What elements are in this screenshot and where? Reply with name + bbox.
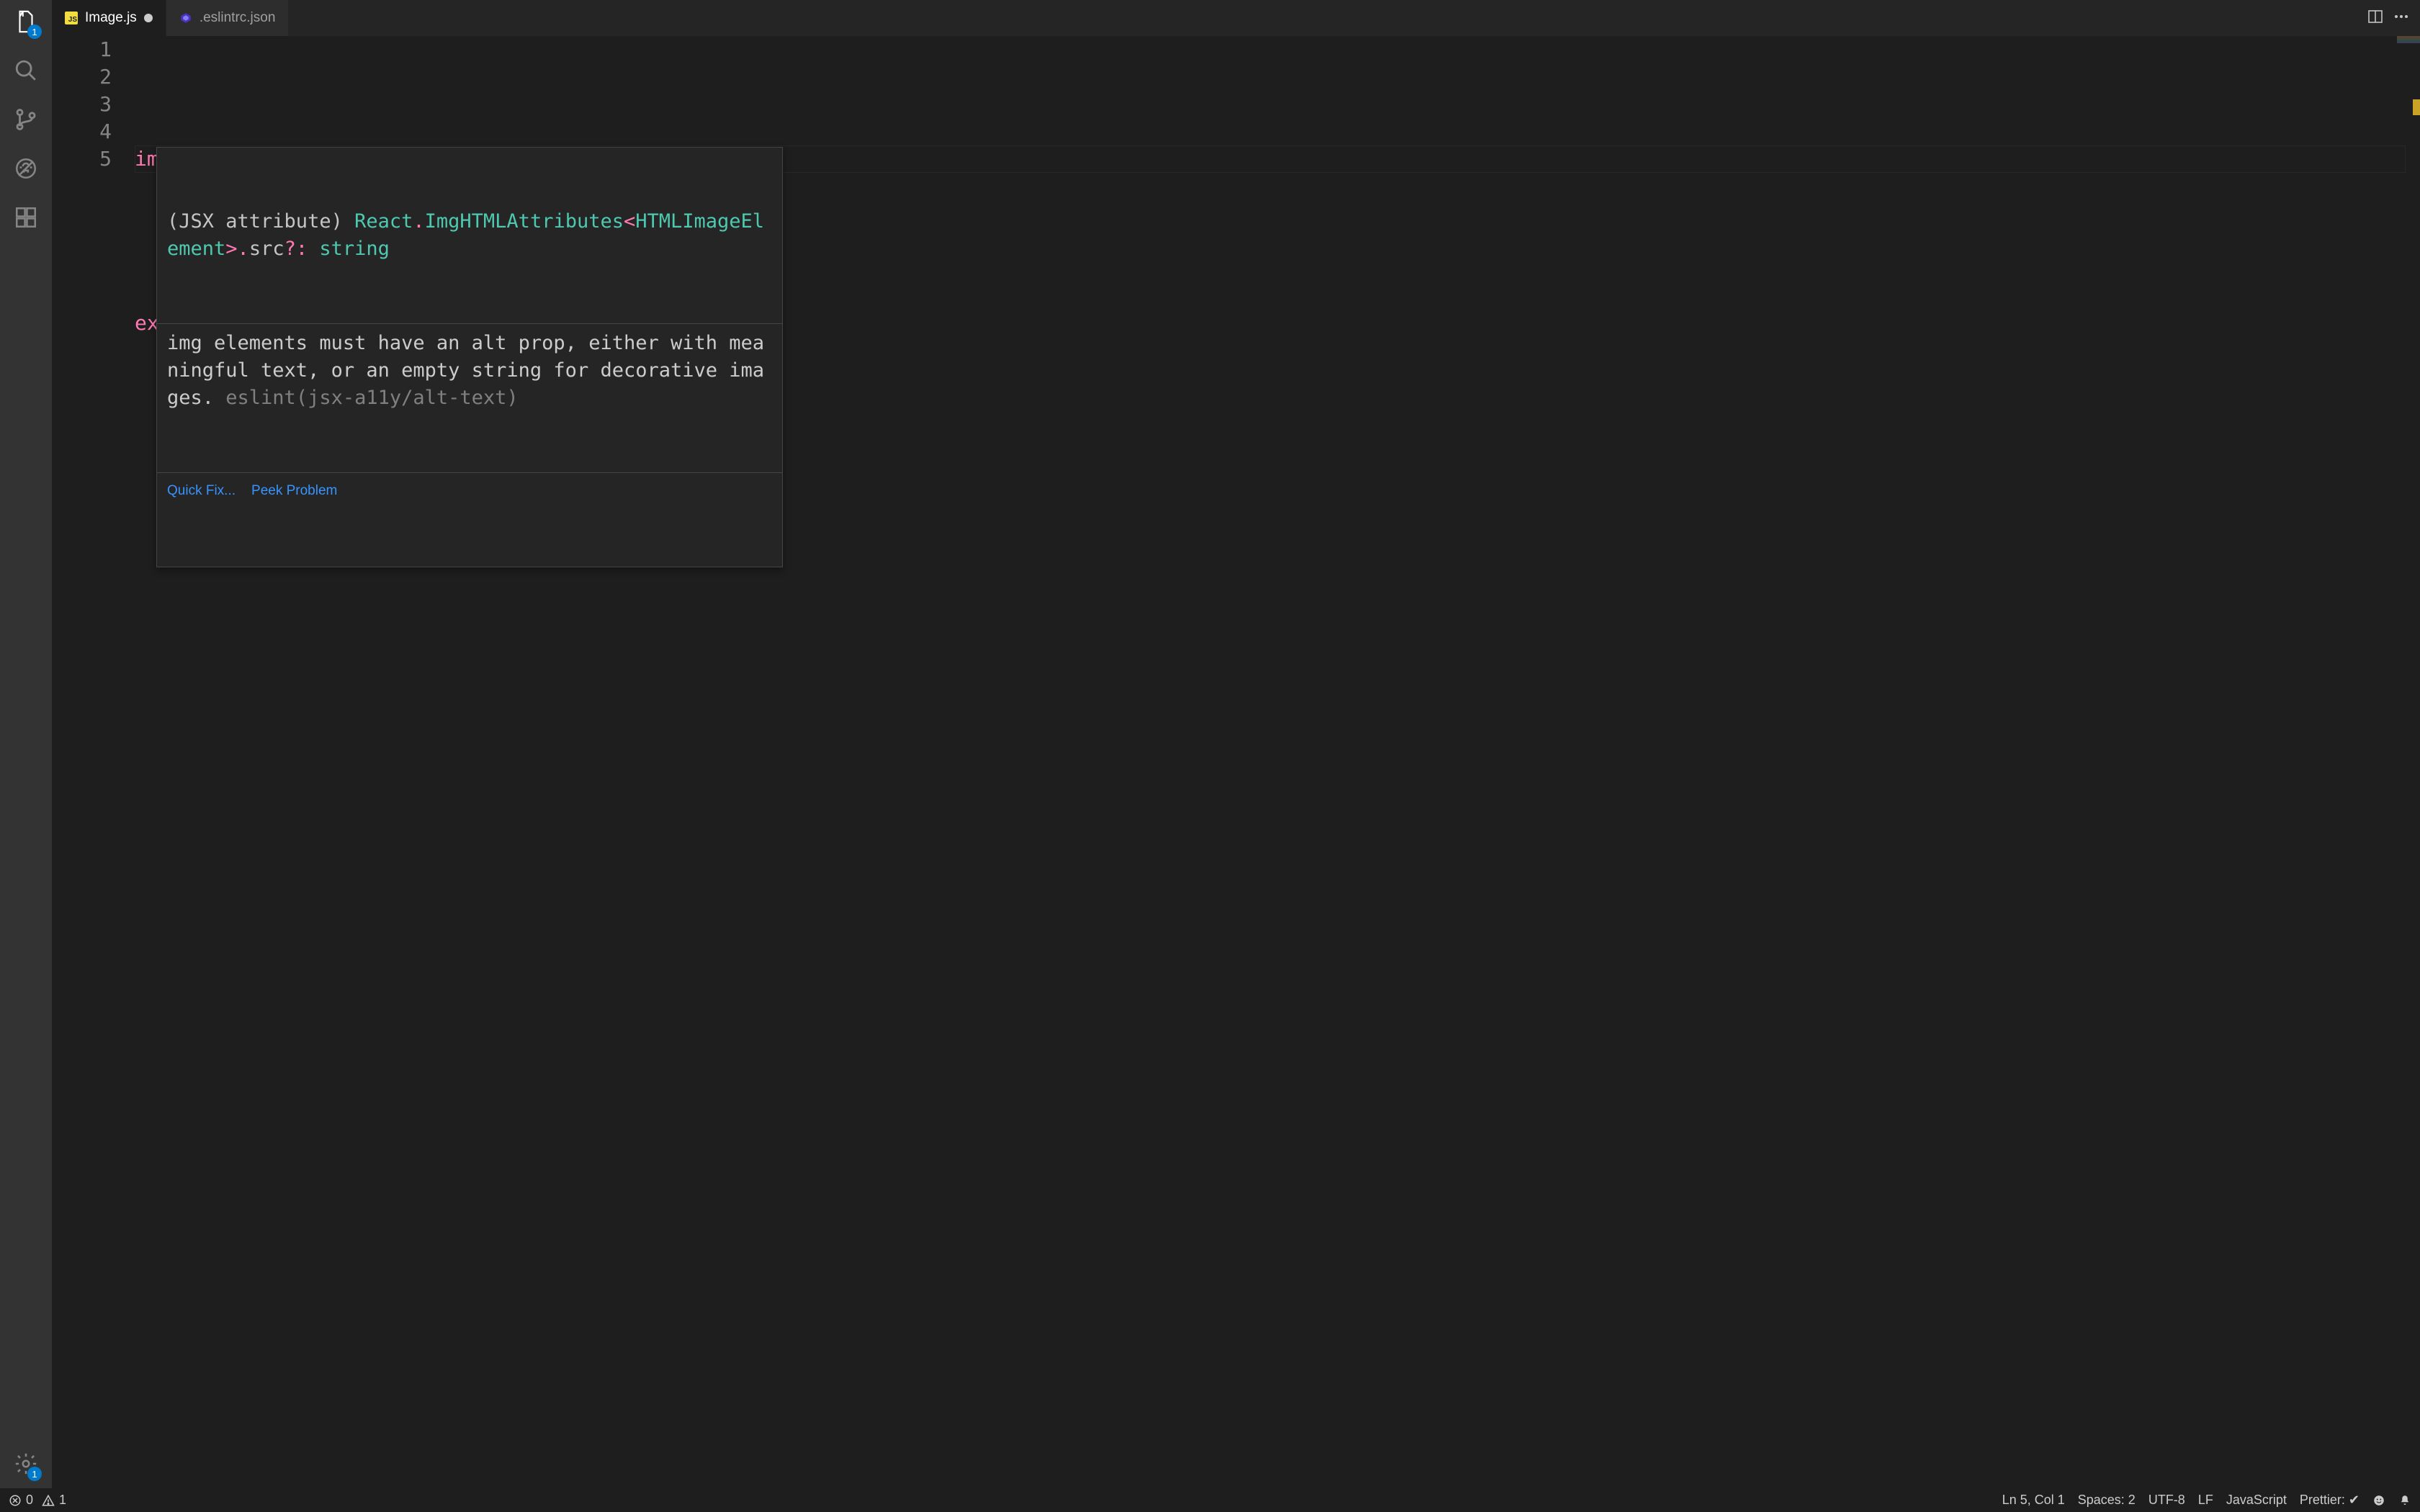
status-eol[interactable]: LF [2198, 1493, 2213, 1508]
explorer-icon[interactable]: 1 [12, 7, 40, 36]
line-number-gutter: 1 2 3 4 5 [52, 36, 135, 1488]
tab-eslintrc[interactable]: .eslintrc.json [166, 0, 290, 36]
status-indent[interactable]: Spaces: 2 [2078, 1493, 2136, 1508]
minimap[interactable] [2397, 36, 2420, 43]
status-feedback-icon[interactable] [2372, 1494, 2385, 1507]
debug-disabled-icon[interactable] [12, 154, 40, 183]
eslint-file-icon [179, 12, 192, 24]
line-number: 4 [52, 118, 112, 145]
line-number: 1 [52, 36, 112, 63]
hover-diagnostic: img elements must have an alt prop, eith… [157, 323, 782, 418]
overview-ruler-warning[interactable] [2413, 99, 2420, 115]
tab-label: .eslintrc.json [200, 10, 276, 26]
split-editor-icon[interactable] [2367, 8, 2384, 28]
hover-signature: (JSX attribute) React.ImgHTMLAttributes<… [157, 202, 782, 269]
code-content: import React from 'react'; export const … [135, 36, 2420, 1488]
warning-icon [42, 1494, 55, 1507]
line-number: 3 [52, 91, 112, 118]
status-bell-icon[interactable] [2398, 1494, 2411, 1507]
editor-actions [2357, 0, 2420, 36]
quick-fix-link[interactable]: Quick Fix... [167, 477, 236, 505]
status-bar: 0 1 Ln 5, Col 1 Spaces: 2 UTF-8 LF JavaS… [0, 1488, 2420, 1512]
settings-badge: 1 [27, 1467, 42, 1481]
source-control-icon[interactable] [12, 105, 40, 134]
status-warning-count: 1 [59, 1493, 66, 1508]
status-problems[interactable]: 0 1 [9, 1493, 66, 1508]
settings-gear-icon[interactable]: 1 [12, 1449, 40, 1478]
editor-group: JS Image.js .eslintrc.json [52, 0, 2420, 1488]
app-root: 1 [0, 0, 2420, 1488]
more-actions-icon[interactable] [2393, 8, 2410, 28]
hover-widget: (JSX attribute) React.ImgHTMLAttributes<… [156, 147, 783, 567]
activity-bar: 1 [0, 0, 52, 1488]
line-number: 5 [52, 145, 112, 173]
status-language[interactable]: JavaScript [2226, 1493, 2287, 1508]
line-number: 2 [52, 63, 112, 91]
status-prettier[interactable]: Prettier: ✔ [2300, 1493, 2360, 1508]
tab-image-js[interactable]: JS Image.js [52, 0, 166, 36]
extensions-icon[interactable] [12, 203, 40, 232]
status-encoding[interactable]: UTF-8 [2148, 1493, 2185, 1508]
peek-problem-link[interactable]: Peek Problem [251, 477, 337, 505]
search-icon[interactable] [12, 56, 40, 85]
code-editor[interactable]: 1 2 3 4 5 import React from 'react'; exp… [52, 36, 2420, 1488]
hover-actions: Quick Fix... Peek Problem [157, 472, 782, 512]
tab-label: Image.js [85, 10, 137, 26]
tab-dirty-indicator [144, 14, 153, 22]
tab-bar: JS Image.js .eslintrc.json [52, 0, 2420, 36]
explorer-badge: 1 [27, 24, 42, 39]
error-icon [9, 1494, 22, 1507]
status-error-count: 0 [26, 1493, 33, 1508]
status-ln-col[interactable]: Ln 5, Col 1 [2002, 1493, 2065, 1508]
js-file-icon: JS [65, 12, 78, 24]
